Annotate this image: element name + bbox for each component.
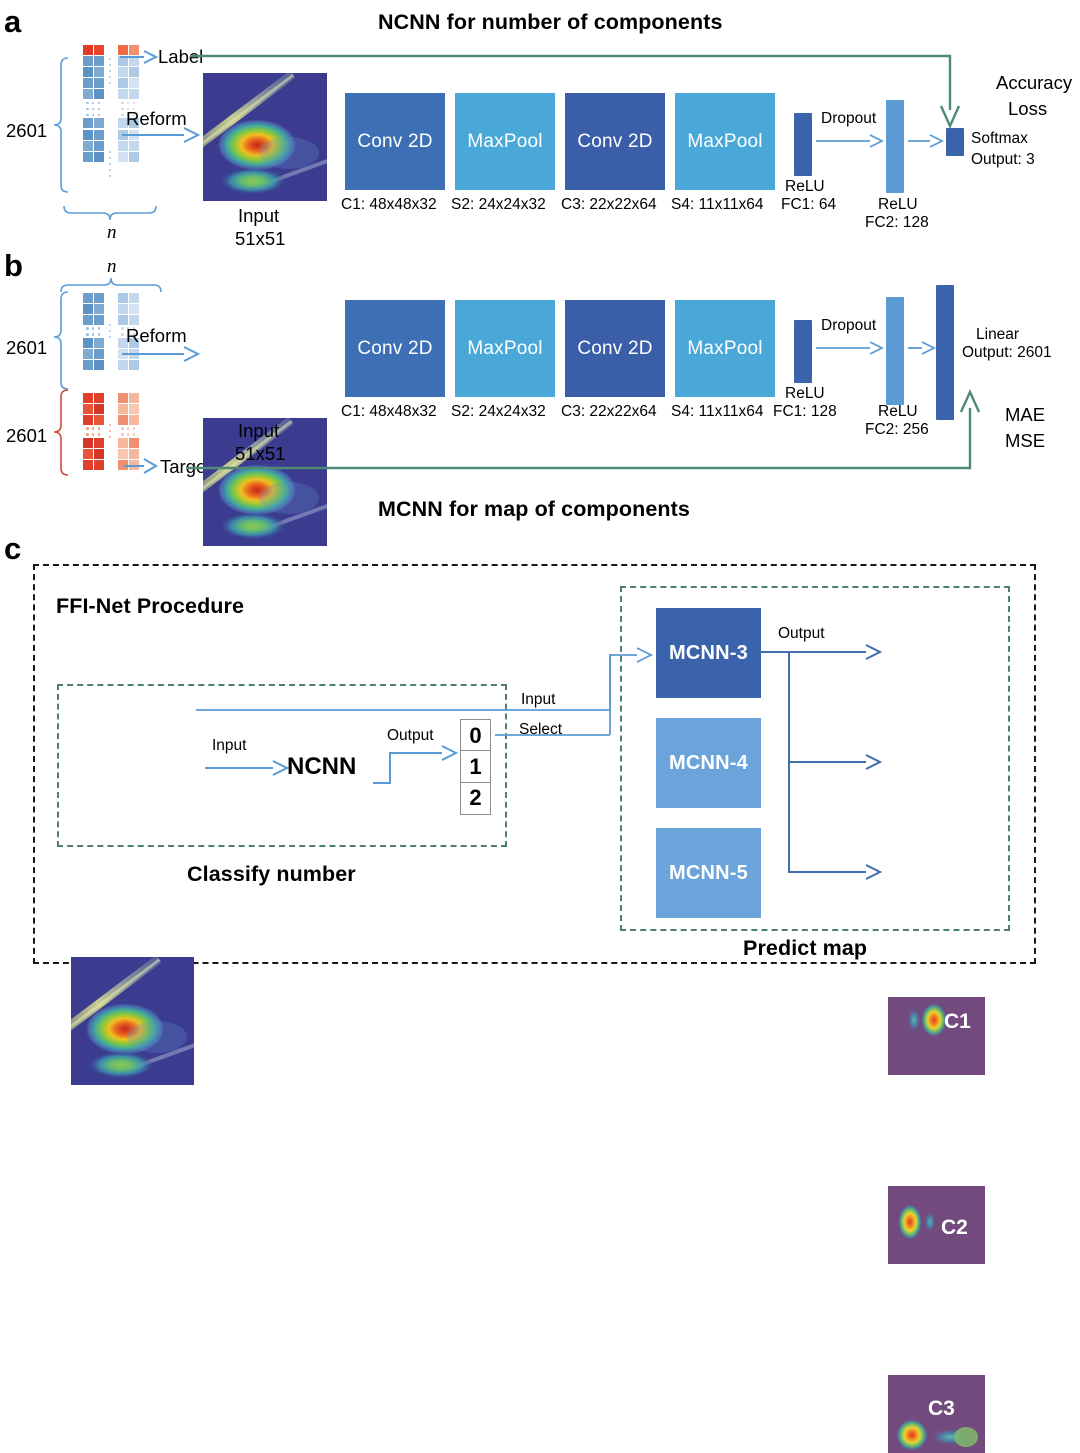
panel-a-layer-3-spec: S4: 11x11x64 (671, 196, 764, 213)
predict-map-c3-label: C3 (928, 1397, 955, 1420)
panel-b-letter: b (4, 248, 23, 283)
panel-a-loss-path (190, 54, 961, 129)
panel-a-letter: a (4, 4, 21, 39)
panel-a-fc2-activation: ReLU (878, 196, 918, 213)
mcnn-4-label: MCNN-4 (669, 751, 748, 774)
panel-a-output-spec: Output: 3 (971, 151, 1035, 168)
ffi-net-heading: FFI-Net Procedure (56, 594, 245, 618)
class-option-2[interactable]: 2 (460, 781, 491, 815)
classify-number-caption: Classify number (187, 862, 356, 886)
panel-c-letter: c (4, 531, 21, 566)
panel-a-cols-label: n (107, 222, 117, 243)
panel-b-fc2-to-output-arrow-icon (908, 341, 937, 355)
panel-b-braces (53, 291, 69, 476)
panel-a-layer-1-spec: S2: 24x24x32 (451, 196, 546, 213)
predict-map-c1: C1 (888, 997, 985, 1075)
mcnn-4-block[interactable]: MCNN-4 (656, 718, 761, 808)
panel-a-fc2-spec: FC2: 128 (865, 214, 929, 231)
panel-b-layer-2-label: Conv 2D (577, 337, 653, 359)
panel-c-input-heatmap (71, 957, 194, 1085)
panel-a-metric-loss: Loss (1008, 98, 1048, 119)
panel-b-layer-3-label: MaxPool (687, 337, 763, 359)
predict-output-arrows-icon (758, 644, 883, 880)
mcnn-5-label: MCNN-5 (669, 861, 748, 884)
panel-b-metric-mae: MAE (1005, 404, 1046, 425)
panel-b-metric-mse: MSE (1005, 430, 1046, 451)
panel-a-fc1-spec: FC1: 64 (781, 196, 837, 213)
panel-b-title: MCNN for map of components (378, 497, 690, 521)
panel-a-rows-label: 2601 (6, 120, 48, 141)
predict-map-c2-label: C2 (941, 1216, 968, 1239)
panel-b-rows-label-bottom: 2601 (6, 425, 48, 446)
panel-a-title: NCNN for number of components (378, 10, 723, 34)
panel-b-dropout-arrow-icon (816, 341, 885, 355)
panel-a-input-size: 51x51 (235, 228, 286, 249)
mcnn-3-label: MCNN-3 (669, 641, 748, 664)
panel-b-dropout-label: Dropout (821, 317, 877, 334)
mcnn-5-block[interactable]: MCNN-5 (656, 828, 761, 918)
panel-b-rows-label-top: 2601 (6, 337, 48, 358)
panel-b-layer-0-label: Conv 2D (357, 337, 433, 359)
panel-a-layer-0-spec: C1: 48x48x32 (341, 196, 437, 213)
mcnn-3-block[interactable]: MCNN-3 (656, 608, 761, 698)
panel-a-metric-accuracy: Accuracy (996, 72, 1073, 93)
predict-map-c3: C3 (888, 1375, 985, 1453)
panel-b-loss-path (186, 389, 981, 470)
predict-map-c2: C2 (888, 1186, 985, 1264)
panel-b-layer-1-label: MaxPool (467, 337, 543, 359)
panel-a-input-caption: Input (238, 205, 280, 226)
panel-a-layer-2-spec: C3: 22x22x64 (561, 196, 657, 213)
panel-b-cols-label: n (107, 256, 117, 277)
panel-b-output-name: Linear (976, 326, 1020, 343)
panel-a-fc1-activation: ReLU (785, 178, 825, 195)
predict-map-caption: Predict map (743, 936, 868, 960)
predict-map-c1-label: C1 (944, 1010, 971, 1033)
